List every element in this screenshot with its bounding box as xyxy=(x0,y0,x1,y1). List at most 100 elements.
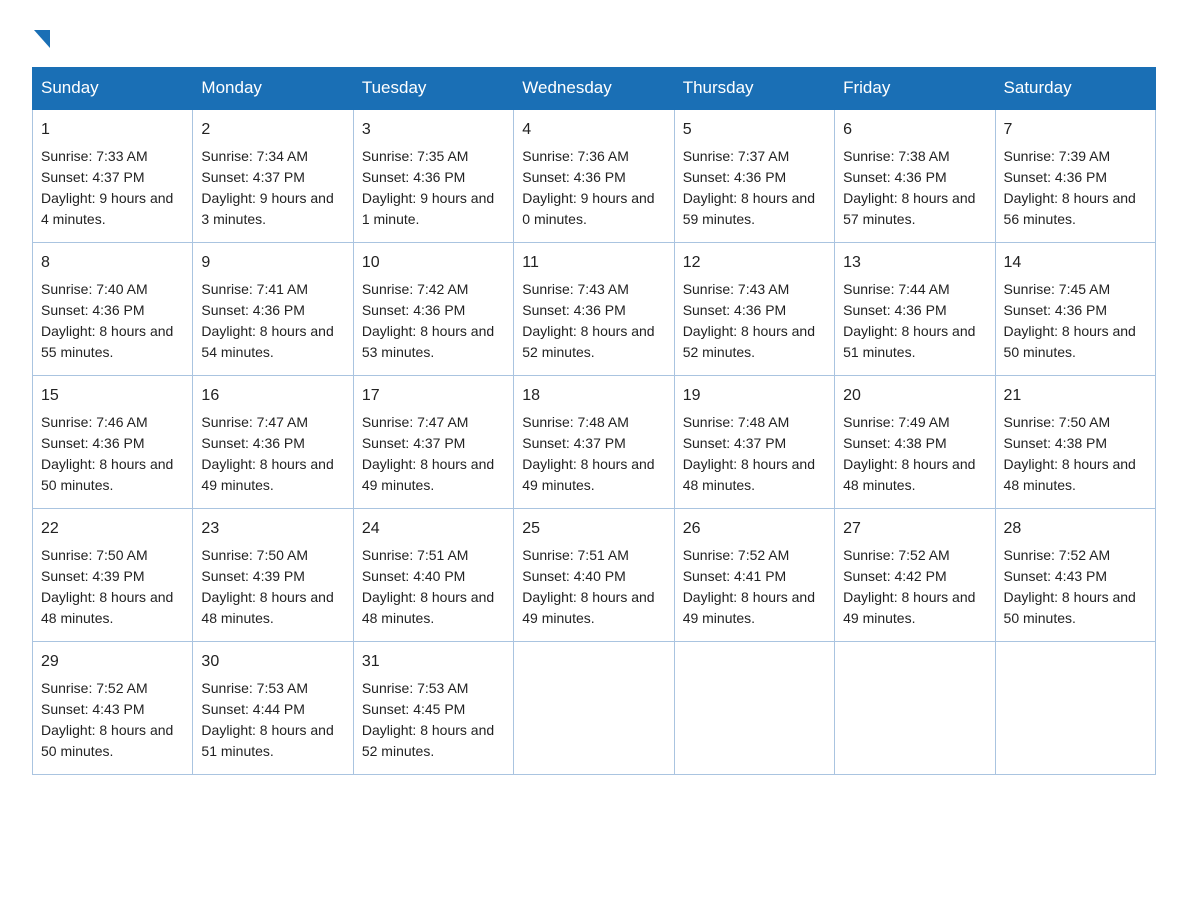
calendar-week-4: 22 Sunrise: 7:50 AM Sunset: 4:39 PM Dayl… xyxy=(33,509,1156,642)
daylight-text: Daylight: 8 hours and 50 minutes. xyxy=(1004,323,1136,360)
sunset-text: Sunset: 4:36 PM xyxy=(843,169,947,185)
daylight-text: Daylight: 8 hours and 50 minutes. xyxy=(41,456,173,493)
sunset-text: Sunset: 4:36 PM xyxy=(1004,169,1108,185)
calendar-cell: 7 Sunrise: 7:39 AM Sunset: 4:36 PM Dayli… xyxy=(995,109,1155,243)
sunset-text: Sunset: 4:38 PM xyxy=(843,435,947,451)
sunset-text: Sunset: 4:40 PM xyxy=(362,568,466,584)
calendar-cell: 6 Sunrise: 7:38 AM Sunset: 4:36 PM Dayli… xyxy=(835,109,995,243)
daylight-text: Daylight: 8 hours and 48 minutes. xyxy=(1004,456,1136,493)
calendar-table: SundayMondayTuesdayWednesdayThursdayFrid… xyxy=(32,67,1156,775)
day-number: 22 xyxy=(41,517,184,541)
sunset-text: Sunset: 4:36 PM xyxy=(41,435,145,451)
sunset-text: Sunset: 4:41 PM xyxy=(683,568,787,584)
day-number: 20 xyxy=(843,384,986,408)
day-number: 16 xyxy=(201,384,344,408)
sunset-text: Sunset: 4:37 PM xyxy=(201,169,305,185)
logo-arrow-icon xyxy=(32,24,50,53)
daylight-text: Daylight: 9 hours and 0 minutes. xyxy=(522,190,654,227)
calendar-cell: 21 Sunrise: 7:50 AM Sunset: 4:38 PM Dayl… xyxy=(995,376,1155,509)
daylight-text: Daylight: 8 hours and 50 minutes. xyxy=(41,722,173,759)
sunset-text: Sunset: 4:37 PM xyxy=(683,435,787,451)
daylight-text: Daylight: 8 hours and 52 minutes. xyxy=(522,323,654,360)
calendar-cell: 22 Sunrise: 7:50 AM Sunset: 4:39 PM Dayl… xyxy=(33,509,193,642)
sunrise-text: Sunrise: 7:52 AM xyxy=(1004,547,1111,563)
daylight-text: Daylight: 9 hours and 3 minutes. xyxy=(201,190,333,227)
calendar-cell: 3 Sunrise: 7:35 AM Sunset: 4:36 PM Dayli… xyxy=(353,109,513,243)
daylight-text: Daylight: 8 hours and 48 minutes. xyxy=(201,589,333,626)
sunset-text: Sunset: 4:39 PM xyxy=(201,568,305,584)
sunset-text: Sunset: 4:43 PM xyxy=(41,701,145,717)
calendar-cell: 2 Sunrise: 7:34 AM Sunset: 4:37 PM Dayli… xyxy=(193,109,353,243)
calendar-cell: 25 Sunrise: 7:51 AM Sunset: 4:40 PM Dayl… xyxy=(514,509,674,642)
sunset-text: Sunset: 4:36 PM xyxy=(522,302,626,318)
day-number: 4 xyxy=(522,118,665,142)
day-number: 25 xyxy=(522,517,665,541)
daylight-text: Daylight: 8 hours and 49 minutes. xyxy=(201,456,333,493)
calendar-cell: 14 Sunrise: 7:45 AM Sunset: 4:36 PM Dayl… xyxy=(995,243,1155,376)
sunset-text: Sunset: 4:39 PM xyxy=(41,568,145,584)
daylight-text: Daylight: 8 hours and 57 minutes. xyxy=(843,190,975,227)
sunrise-text: Sunrise: 7:40 AM xyxy=(41,281,148,297)
sunrise-text: Sunrise: 7:43 AM xyxy=(683,281,790,297)
day-number: 1 xyxy=(41,118,184,142)
day-number: 19 xyxy=(683,384,826,408)
sunrise-text: Sunrise: 7:45 AM xyxy=(1004,281,1111,297)
day-number: 7 xyxy=(1004,118,1147,142)
sunset-text: Sunset: 4:37 PM xyxy=(362,435,466,451)
daylight-text: Daylight: 8 hours and 52 minutes. xyxy=(683,323,815,360)
day-number: 28 xyxy=(1004,517,1147,541)
daylight-text: Daylight: 8 hours and 51 minutes. xyxy=(843,323,975,360)
calendar-cell: 26 Sunrise: 7:52 AM Sunset: 4:41 PM Dayl… xyxy=(674,509,834,642)
sunrise-text: Sunrise: 7:46 AM xyxy=(41,414,148,430)
daylight-text: Daylight: 9 hours and 1 minute. xyxy=(362,190,494,227)
day-number: 9 xyxy=(201,251,344,275)
sunrise-text: Sunrise: 7:48 AM xyxy=(683,414,790,430)
sunset-text: Sunset: 4:36 PM xyxy=(201,302,305,318)
day-number: 29 xyxy=(41,650,184,674)
calendar-cell: 13 Sunrise: 7:44 AM Sunset: 4:36 PM Dayl… xyxy=(835,243,995,376)
day-number: 17 xyxy=(362,384,505,408)
sunset-text: Sunset: 4:44 PM xyxy=(201,701,305,717)
logo xyxy=(32,24,52,49)
sunrise-text: Sunrise: 7:50 AM xyxy=(201,547,308,563)
calendar-cell: 31 Sunrise: 7:53 AM Sunset: 4:45 PM Dayl… xyxy=(353,642,513,775)
daylight-text: Daylight: 8 hours and 55 minutes. xyxy=(41,323,173,360)
calendar-cell xyxy=(995,642,1155,775)
sunset-text: Sunset: 4:36 PM xyxy=(1004,302,1108,318)
calendar-cell: 15 Sunrise: 7:46 AM Sunset: 4:36 PM Dayl… xyxy=(33,376,193,509)
calendar-cell: 17 Sunrise: 7:47 AM Sunset: 4:37 PM Dayl… xyxy=(353,376,513,509)
calendar-cell: 18 Sunrise: 7:48 AM Sunset: 4:37 PM Dayl… xyxy=(514,376,674,509)
calendar-cell: 4 Sunrise: 7:36 AM Sunset: 4:36 PM Dayli… xyxy=(514,109,674,243)
day-number: 24 xyxy=(362,517,505,541)
sunset-text: Sunset: 4:36 PM xyxy=(522,169,626,185)
page-header xyxy=(32,24,1156,49)
weekday-header-sunday: Sunday xyxy=(33,68,193,110)
sunset-text: Sunset: 4:45 PM xyxy=(362,701,466,717)
sunrise-text: Sunrise: 7:52 AM xyxy=(843,547,950,563)
sunset-text: Sunset: 4:36 PM xyxy=(683,302,787,318)
sunrise-text: Sunrise: 7:35 AM xyxy=(362,148,469,164)
calendar-week-2: 8 Sunrise: 7:40 AM Sunset: 4:36 PM Dayli… xyxy=(33,243,1156,376)
calendar-cell: 19 Sunrise: 7:48 AM Sunset: 4:37 PM Dayl… xyxy=(674,376,834,509)
day-number: 13 xyxy=(843,251,986,275)
sunset-text: Sunset: 4:36 PM xyxy=(843,302,947,318)
weekday-header-wednesday: Wednesday xyxy=(514,68,674,110)
sunrise-text: Sunrise: 7:47 AM xyxy=(362,414,469,430)
daylight-text: Daylight: 8 hours and 49 minutes. xyxy=(843,589,975,626)
calendar-cell xyxy=(674,642,834,775)
calendar-cell: 24 Sunrise: 7:51 AM Sunset: 4:40 PM Dayl… xyxy=(353,509,513,642)
day-number: 26 xyxy=(683,517,826,541)
daylight-text: Daylight: 8 hours and 48 minutes. xyxy=(362,589,494,626)
calendar-cell: 5 Sunrise: 7:37 AM Sunset: 4:36 PM Dayli… xyxy=(674,109,834,243)
sunrise-text: Sunrise: 7:51 AM xyxy=(362,547,469,563)
sunset-text: Sunset: 4:42 PM xyxy=(843,568,947,584)
calendar-cell: 8 Sunrise: 7:40 AM Sunset: 4:36 PM Dayli… xyxy=(33,243,193,376)
sunrise-text: Sunrise: 7:49 AM xyxy=(843,414,950,430)
day-number: 23 xyxy=(201,517,344,541)
weekday-header-saturday: Saturday xyxy=(995,68,1155,110)
calendar-cell: 20 Sunrise: 7:49 AM Sunset: 4:38 PM Dayl… xyxy=(835,376,995,509)
weekday-header-tuesday: Tuesday xyxy=(353,68,513,110)
daylight-text: Daylight: 8 hours and 49 minutes. xyxy=(683,589,815,626)
calendar-week-5: 29 Sunrise: 7:52 AM Sunset: 4:43 PM Dayl… xyxy=(33,642,1156,775)
day-number: 27 xyxy=(843,517,986,541)
